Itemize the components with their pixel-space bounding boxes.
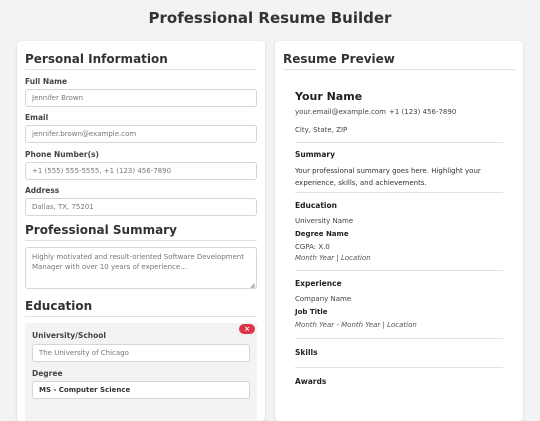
preview-edu-school: University Name — [295, 217, 354, 225]
resume-preview-heading: Resume Preview — [283, 52, 395, 66]
preview-email: your.email@example.com — [295, 108, 386, 116]
preview-summary-text: Your professional summary goes here. Hig… — [295, 167, 481, 187]
summary-textarea[interactable]: Highly motivated and result-oriented Sof… — [25, 247, 257, 289]
divider — [283, 69, 515, 70]
preview-education-heading: Education — [295, 201, 337, 210]
address-input[interactable]: Dallas, TX, 75201 — [25, 198, 257, 216]
preview-skills-heading: Skills — [295, 348, 318, 357]
preview-exp-company: Company Name — [295, 295, 352, 303]
preview-edu-degree: Degree Name — [295, 230, 349, 238]
preview-summary-heading: Summary — [295, 150, 336, 159]
preview-edu-cgpa: CGPA: X.0 — [295, 243, 330, 251]
remove-education-button[interactable]: × — [239, 324, 255, 334]
divider — [25, 240, 257, 241]
degree-label: Degree — [32, 369, 63, 378]
preview-experience-heading: Experience — [295, 279, 342, 288]
preview-exp-title: Job Title — [295, 308, 328, 316]
preview-exp-meta: Month Year - Month Year | Location — [295, 321, 417, 329]
divider — [25, 316, 257, 317]
school-input[interactable]: The University of Chicago — [32, 344, 250, 362]
preview-location: City, State, ZIP — [295, 126, 348, 134]
professional-summary-heading: Professional Summary — [25, 223, 177, 237]
education-heading: Education — [25, 299, 93, 313]
school-label: University/School — [32, 331, 106, 340]
address-label: Address — [25, 186, 60, 195]
email-label: Email — [25, 113, 49, 122]
personal-info-heading: Personal Information — [25, 52, 168, 66]
resume-preview-panel: Resume Preview Your Name your.email@exam… — [275, 41, 523, 421]
phone-label: Phone Number(s) — [25, 150, 99, 159]
preview-name: Your Name — [295, 90, 363, 103]
form-panel: Personal Information Full Name Jennifer … — [17, 41, 265, 421]
divider — [295, 338, 503, 339]
divider — [295, 367, 503, 368]
email-input[interactable]: jennifer.brown@example.com — [25, 125, 257, 143]
divider — [295, 192, 503, 193]
preview-edu-meta: Month Year | Location — [295, 254, 371, 262]
divider — [295, 270, 503, 271]
full-name-label: Full Name — [25, 77, 68, 86]
page-title: Professional Resume Builder — [148, 9, 392, 27]
preview-phone: +1 (123) 456-7890 — [389, 108, 457, 116]
preview-awards-heading: Awards — [295, 377, 327, 386]
phone-input[interactable]: +1 (555) 555-5555, +1 (123) 456-7890 — [25, 162, 257, 180]
divider — [25, 69, 257, 70]
resize-handle-icon[interactable]: ◢ — [250, 282, 255, 289]
divider — [295, 142, 503, 143]
full-name-input[interactable]: Jennifer Brown — [25, 89, 257, 107]
degree-input[interactable]: MS - Computer Science — [32, 381, 250, 399]
